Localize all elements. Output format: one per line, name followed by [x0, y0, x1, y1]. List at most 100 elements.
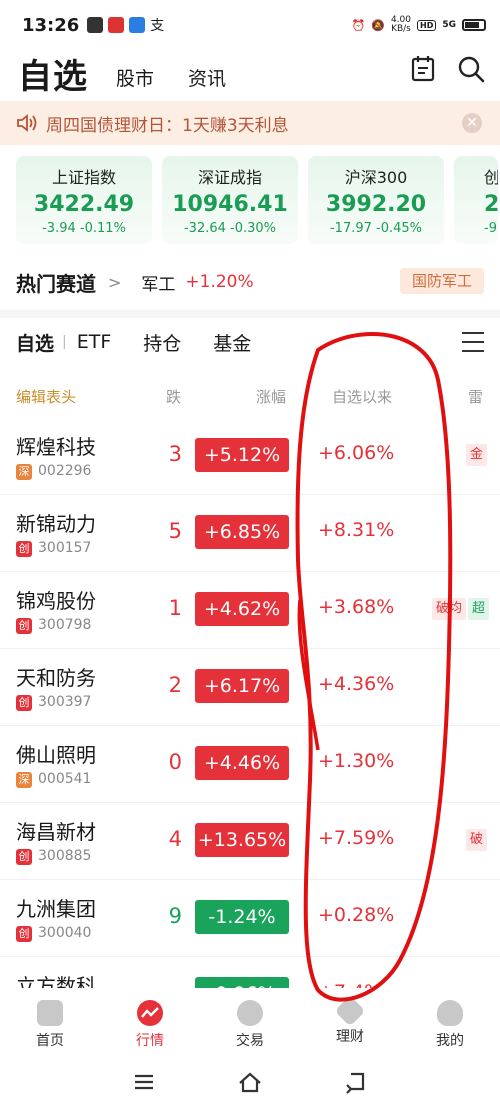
column-header: 编辑表头 跌 涨幅 自选以来 雷 — [0, 378, 500, 414]
since-added-pct: +1.30% — [318, 750, 395, 772]
wealth-icon — [334, 995, 366, 1027]
stock-row[interactable]: 天和防务创 300397 2 +6.17% +4.36% — [0, 649, 500, 726]
risk-tag: 金 — [466, 444, 488, 466]
market-badge: 创 — [16, 849, 32, 865]
change-pct-pill[interactable]: +5.12% — [195, 438, 289, 472]
index-card-shenzhen[interactable]: 深证成指 10946.41 -32.64 -0.30% — [162, 156, 298, 244]
tab-divider: | — [62, 334, 67, 350]
stock-name: 九洲集团 — [16, 897, 96, 921]
clipboard-icon[interactable] — [408, 54, 438, 84]
nav-label: 我的 — [436, 1033, 464, 1049]
nav-me[interactable]: 我的 — [400, 994, 500, 1054]
index-card-csi300[interactable]: 沪深300 3992.20 -17.97 -0.45% — [308, 156, 444, 244]
market-badge: 创 — [16, 926, 32, 942]
close-icon[interactable]: ✕ — [462, 113, 482, 133]
stock-code: 000541 — [38, 771, 92, 787]
price-fragment: 5 — [168, 519, 182, 543]
promo-banner[interactable]: 周四国债理财日：1天赚3天利息 ✕ — [0, 101, 500, 145]
change-pct-pill[interactable]: +6.17% — [195, 669, 289, 703]
change-pct-pill[interactable]: +4.46% — [195, 746, 289, 780]
top-header: 自选 股市 资讯 — [0, 46, 500, 100]
stock-name: 锦鸡股份 — [16, 589, 96, 613]
menu-icon[interactable] — [462, 332, 484, 359]
hot-track-title: 热门赛道 — [16, 271, 96, 296]
since-added-pct: +3.68% — [318, 596, 395, 618]
hot-track-sector: 军工 — [141, 274, 176, 295]
index-change: -9.0 — [484, 221, 498, 236]
stock-row[interactable]: 海昌新材创 300885 4 +13.65% +7.59% 破 — [0, 803, 500, 880]
net-speed: 4.00 KB/s — [390, 15, 411, 34]
search-icon[interactable] — [456, 54, 486, 84]
page-title[interactable]: 自选 — [18, 49, 88, 98]
speaker-icon — [17, 114, 37, 132]
stock-row[interactable]: 九洲集团创 300040 9 -1.24% +0.28% — [0, 880, 500, 957]
mute-icon: 🔕 — [371, 18, 385, 32]
market-badge: 创 — [16, 541, 32, 557]
since-added-pct: +8.31% — [318, 519, 395, 541]
index-name: 上证指数 — [51, 168, 116, 187]
change-pct-pill[interactable]: +13.65% — [195, 823, 289, 857]
alipay-icon: 支 — [150, 18, 165, 34]
stock-code: 002296 — [38, 463, 92, 479]
list-tabs: 自选 | ETF 持仓 基金 — [16, 322, 484, 362]
nav-market[interactable]: 行情 — [100, 994, 200, 1054]
index-card-shanghai[interactable]: 上证指数 3422.49 -3.94 -0.11% — [16, 156, 152, 244]
column-since-added[interactable]: 自选以来 — [332, 386, 392, 407]
nav-home[interactable]: 首页 — [0, 994, 100, 1054]
since-added-pct: +7.4% — [318, 981, 382, 988]
stock-code: 300885 — [38, 848, 92, 864]
profile-bull-icon — [437, 1000, 463, 1026]
tab-etf[interactable]: ETF — [77, 331, 112, 353]
change-pct-pill[interactable]: +6.85% — [195, 515, 289, 549]
tab-holdings[interactable]: 持仓 — [143, 329, 181, 356]
section-divider — [0, 310, 500, 318]
stock-row[interactable]: 新锦动力创 300157 5 +6.85% +8.31% — [0, 495, 500, 572]
tab-watchlist[interactable]: 自选 — [16, 329, 54, 356]
stock-name: 海昌新材 — [16, 820, 96, 844]
back-icon[interactable] — [343, 1069, 369, 1095]
index-change: -3.94 -0.11% — [42, 221, 126, 236]
index-change: -17.97 -0.45% — [329, 221, 423, 236]
change-pct-pill[interactable]: -0.96% — [195, 977, 289, 988]
risk-tag: 破 — [466, 829, 488, 851]
nav-label: 行情 — [136, 1033, 164, 1049]
since-added-pct: +6.06% — [318, 442, 395, 464]
stock-row[interactable]: 辉煌科技深 002296 3 +5.12% +6.06% 金 — [0, 418, 500, 495]
price-fragment: 0 — [168, 750, 182, 774]
since-added-pct: +4.36% — [318, 673, 395, 695]
banner-text: 周四国债理财日：1天赚3天利息 — [46, 115, 289, 136]
stock-name: 辉煌科技 — [16, 435, 96, 459]
price-fragment: 3 — [168, 442, 182, 466]
hot-track-bar[interactable]: 热门赛道 > 军工 +1.20% 国防军工 — [0, 264, 500, 300]
nav-wealth[interactable]: 理财 — [300, 994, 400, 1054]
nav-label: 交易 — [236, 1033, 264, 1049]
status-time: 13:26 — [22, 14, 80, 36]
index-change: -32.64 -0.30% — [183, 221, 277, 236]
index-value: 22 — [484, 192, 498, 217]
bottom-nav: 首页 行情 交易 理财 我的 — [0, 994, 500, 1054]
column-change-pct[interactable]: 涨幅 — [256, 386, 286, 407]
index-card-chinext[interactable]: 创 22 -9.0 — [454, 156, 498, 244]
tab-stock-market[interactable]: 股市 — [116, 64, 154, 91]
edit-columns-link[interactable]: 编辑表头 — [16, 386, 76, 407]
menu-icon[interactable] — [131, 1069, 157, 1095]
stock-code: 300157 — [38, 540, 92, 556]
system-nav-bar — [0, 1060, 500, 1104]
hot-track-badge[interactable]: 国防军工 — [399, 268, 484, 294]
stock-row[interactable]: 佛山照明深 000541 0 +4.46% +1.30% — [0, 726, 500, 803]
stock-row[interactable]: 锦鸡股份创 300798 1 +4.62% +3.68% 破均超 — [0, 572, 500, 649]
tab-funds[interactable]: 基金 — [213, 329, 251, 356]
since-added-pct: +7.59% — [318, 827, 395, 849]
index-cards: 上证指数 3422.49 -3.94 -0.11% 深证成指 10946.41 … — [16, 156, 498, 244]
home-icon[interactable] — [237, 1069, 263, 1095]
price-fragment: 4 — [168, 827, 182, 851]
change-pct-pill[interactable]: -1.24% — [195, 900, 289, 934]
column-die[interactable]: 跌 — [166, 386, 181, 407]
stock-row[interactable]: 立方数科创-0.96%+7.4% — [0, 957, 500, 988]
index-name: 创 — [484, 168, 498, 187]
nav-trade[interactable]: 交易 — [200, 994, 300, 1054]
column-lei[interactable]: 雷 — [468, 386, 483, 407]
index-value: 10946.41 — [172, 192, 288, 217]
change-pct-pill[interactable]: +4.62% — [195, 592, 289, 626]
tab-news[interactable]: 资讯 — [188, 64, 226, 91]
